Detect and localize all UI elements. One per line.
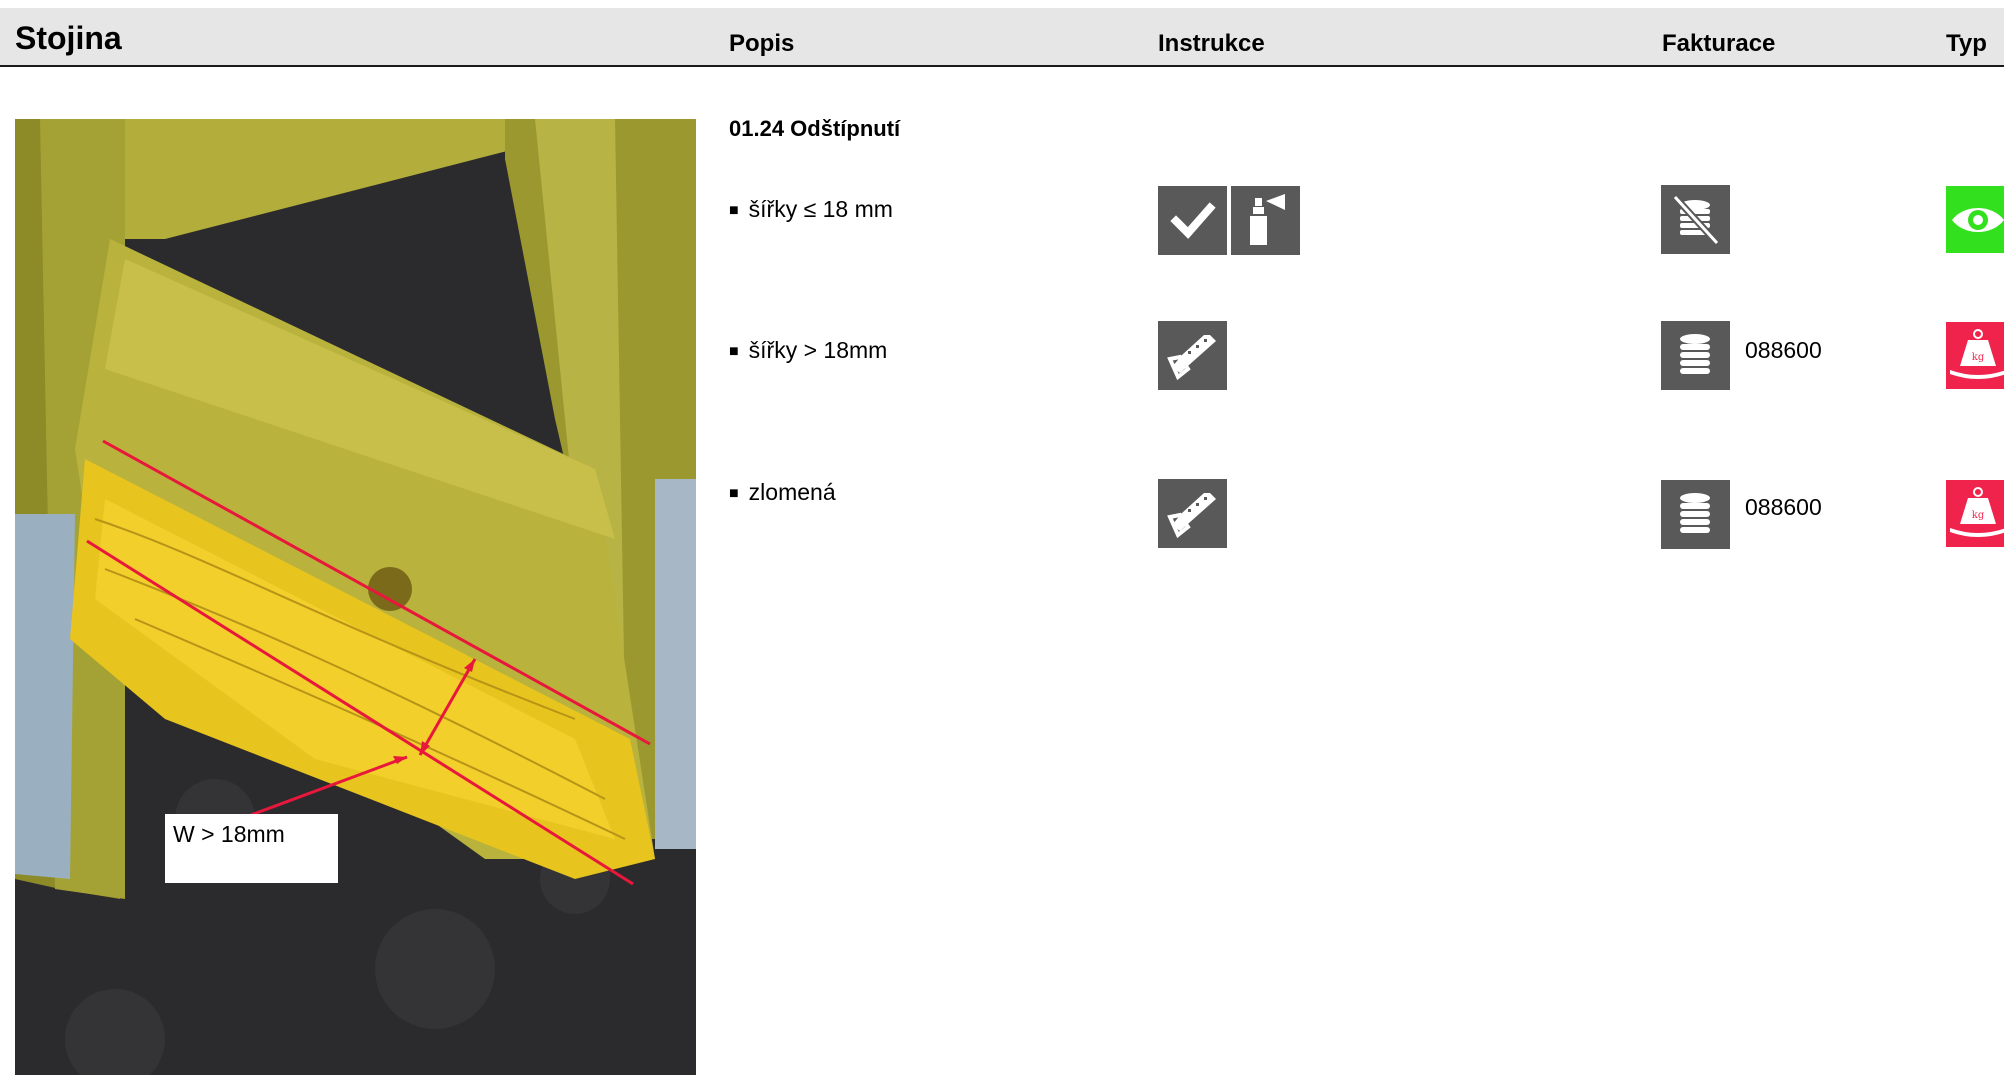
column-header-fakturace: Fakturace (1662, 30, 1776, 57)
page-title: Stojina (15, 20, 122, 56)
row-label: ■ šířky > 18mm (729, 337, 887, 364)
coins-icon (1661, 480, 1730, 549)
row-label: ■ šířky ≤ 18 mm (729, 196, 893, 223)
billing-code: 088600 (1745, 494, 1822, 520)
bullet-icon: ■ (729, 343, 739, 360)
column-header-instrukce: Instrukce (1158, 30, 1265, 57)
coins-icon (1661, 321, 1730, 390)
row-label-text: šířky ≤ 18 mm (748, 196, 893, 222)
coins-crossed-icon (1661, 185, 1730, 254)
check-icon (1158, 186, 1227, 255)
damage-photo-illustration (15, 119, 696, 1075)
svg-text:kg: kg (1972, 352, 1985, 363)
column-header-popis: Popis (729, 30, 795, 57)
billing-code: 088600 (1745, 337, 1822, 363)
bullet-icon: ■ (729, 202, 739, 219)
spray-can-icon (1231, 186, 1300, 255)
saw-icon (1158, 321, 1227, 390)
weight-kg-icon: kg (1946, 322, 2004, 389)
eye-icon (1946, 186, 2004, 253)
svg-text:kg: kg (1972, 510, 1985, 521)
width-annotation-label: W > 18mm (165, 814, 338, 883)
section-title: 01.24 Odštípnutí (729, 116, 901, 141)
row-label-text: šířky > 18mm (748, 337, 888, 363)
damage-photo: W > 18mm (15, 119, 696, 1075)
bullet-icon: ■ (729, 485, 739, 502)
table-header: Stojina Popis Instrukce Fakturace Typ (0, 8, 2004, 67)
row-label: ■ zlomená (729, 479, 836, 506)
weight-kg-icon: kg (1946, 480, 2004, 547)
row-label-text: zlomená (748, 479, 836, 505)
column-header-typ: Typ (1946, 30, 1987, 57)
saw-icon (1158, 479, 1227, 548)
